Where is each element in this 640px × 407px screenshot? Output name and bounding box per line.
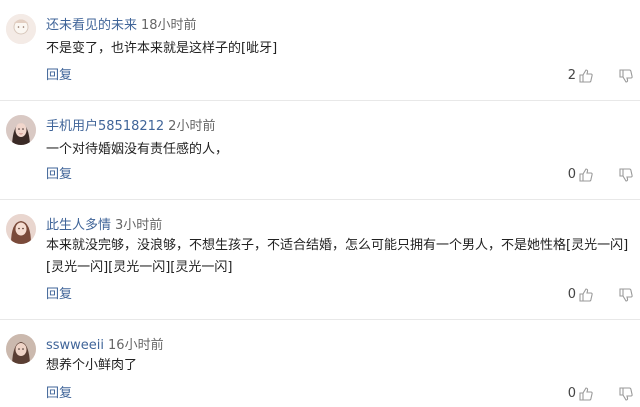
comment-header: 还未看见的未来 18小时前: [46, 18, 197, 34]
thumbs-up-icon[interactable]: [578, 287, 594, 303]
reply-button[interactable]: 回复: [46, 287, 72, 303]
comment-header: sswweeii 16小时前: [46, 338, 164, 354]
comment-text: 想养个小鲜肉了: [46, 358, 138, 373]
reply-button[interactable]: 回复: [46, 68, 72, 84]
comment-header: 手机用户58518212 2小时前: [46, 119, 215, 135]
comment-text: 不是变了，也许本来就是这样子的[呲牙]: [46, 41, 278, 56]
comment-text: 本来就没完够，没浪够，不想生孩子，不适合结婚，怎么可能只拥有一个男人，不是她性格…: [46, 238, 629, 275]
comment-time: 18小时前: [141, 18, 197, 33]
comment-header: 此生人多情 3小时前: [46, 218, 162, 234]
comment-time: 16小时前: [108, 338, 164, 353]
thumbs-up-icon[interactable]: [578, 167, 594, 183]
like-count: 0: [567, 386, 576, 401]
like-control: 0: [568, 287, 594, 303]
comment-item: 手机用户58518212 2小时前 一个对待婚姻没有责任感的人， 回复 0: [0, 101, 640, 200]
avatar[interactable]: [6, 214, 36, 244]
comment-username[interactable]: 还未看见的未来: [46, 18, 137, 33]
comment-list: 还未看见的未来 18小时前 不是变了，也许本来就是这样子的[呲牙] 回复 2 手机…: [0, 0, 640, 407]
comment-username[interactable]: sswweeii: [46, 338, 104, 353]
like-count: 0: [567, 167, 576, 182]
comment-time: 2小时前: [168, 119, 216, 134]
reply-button[interactable]: 回复: [46, 386, 72, 402]
comment-item: 此生人多情 3小时前 本来就没完够，没浪够，不想生孩子，不适合结婚，怎么可能只拥有…: [0, 200, 640, 320]
like-count: 0: [567, 287, 576, 302]
thumbs-down-icon[interactable]: [618, 68, 634, 84]
avatar[interactable]: [6, 115, 36, 145]
thumbs-down-icon[interactable]: [618, 386, 634, 402]
comment-time: 3小时前: [115, 218, 163, 233]
thumbs-up-icon[interactable]: [578, 386, 594, 402]
comment-username[interactable]: 此生人多情: [46, 218, 111, 233]
comment-item: 还未看见的未来 18小时前 不是变了，也许本来就是这样子的[呲牙] 回复 2: [0, 0, 640, 101]
like-control: 2: [568, 68, 594, 84]
comment-item: sswweeii 16小时前 想养个小鲜肉了 回复 0: [0, 320, 640, 407]
like-control: 0: [568, 386, 594, 402]
like-control: 0: [568, 167, 594, 183]
comment-text: 一个对待婚姻没有责任感的人，: [46, 142, 229, 157]
thumbs-down-icon[interactable]: [618, 167, 634, 183]
comment-username[interactable]: 手机用户58518212: [46, 119, 164, 134]
reply-button[interactable]: 回复: [46, 167, 72, 183]
avatar[interactable]: [6, 334, 36, 364]
thumbs-up-icon[interactable]: [578, 68, 594, 84]
thumbs-down-icon[interactable]: [618, 287, 634, 303]
like-count: 2: [567, 68, 576, 83]
avatar[interactable]: [6, 14, 36, 44]
